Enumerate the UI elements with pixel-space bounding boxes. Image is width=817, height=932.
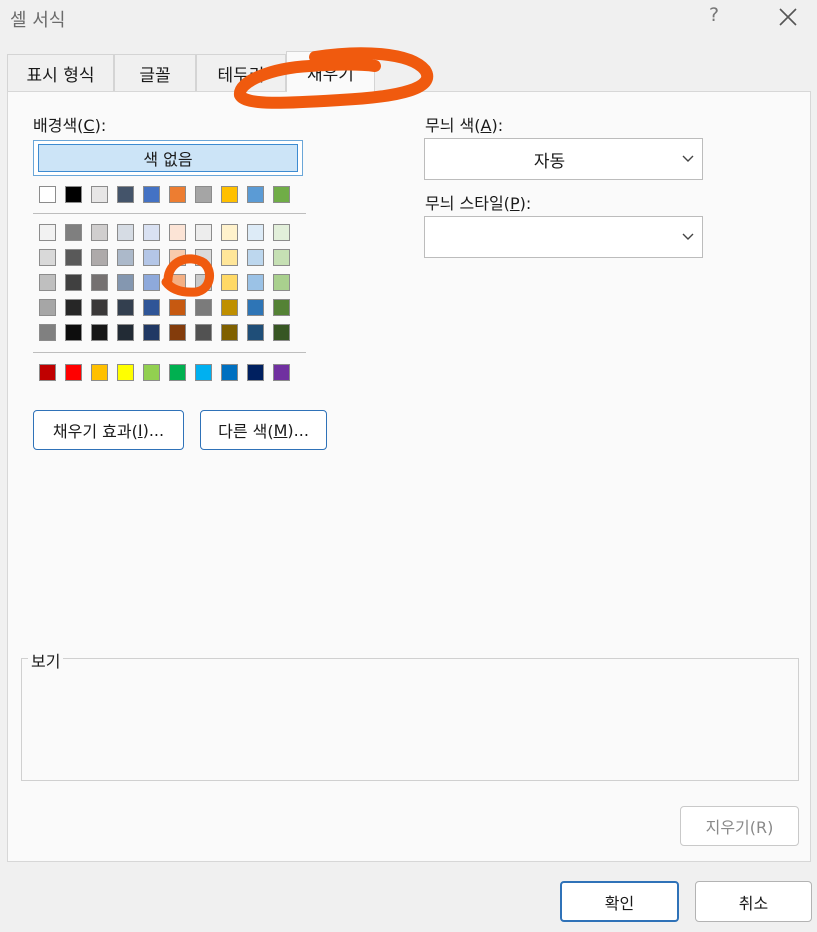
theme-color-swatch[interactable]: [247, 186, 264, 203]
pattern-color-value: 자동: [533, 151, 566, 172]
chevron-down-icon: [682, 155, 694, 162]
theme-color-swatch[interactable]: [195, 186, 212, 203]
help-icon[interactable]: ?: [709, 4, 719, 26]
standard-color-swatch[interactable]: [195, 364, 212, 381]
standard-color-swatch[interactable]: [117, 364, 134, 381]
pattern-color-dropdown[interactable]: 자동: [424, 138, 703, 180]
shade-color-swatch[interactable]: [65, 324, 82, 341]
pattern-color-label: 무늬 색(A):: [425, 116, 504, 135]
shade-color-swatch[interactable]: [169, 249, 186, 266]
shade-color-swatch[interactable]: [221, 224, 238, 241]
standard-color-swatch[interactable]: [221, 364, 238, 381]
palette-separator: [33, 352, 306, 353]
shade-color-swatch[interactable]: [195, 274, 212, 291]
shade-color-swatch[interactable]: [247, 249, 264, 266]
shade-color-swatch[interactable]: [65, 224, 82, 241]
shade-color-swatch[interactable]: [39, 299, 56, 316]
dialog-title: 셀 서식: [10, 10, 66, 31]
standard-color-swatch[interactable]: [91, 364, 108, 381]
ok-button[interactable]: 확인: [560, 881, 679, 922]
pattern-style-dropdown[interactable]: [424, 216, 703, 258]
theme-color-swatch[interactable]: [91, 186, 108, 203]
shade-color-swatch[interactable]: [273, 299, 290, 316]
sample-preview: [21, 658, 799, 781]
shade-color-swatch[interactable]: [247, 274, 264, 291]
shade-color-swatch[interactable]: [117, 224, 134, 241]
shade-color-swatch[interactable]: [143, 224, 160, 241]
shade-color-swatch[interactable]: [91, 274, 108, 291]
tab-fill[interactable]: 채우기: [286, 51, 375, 92]
shade-color-swatch[interactable]: [195, 249, 212, 266]
shade-color-swatch[interactable]: [169, 224, 186, 241]
shade-color-swatch[interactable]: [143, 274, 160, 291]
no-color-button[interactable]: 색 없음: [33, 140, 303, 176]
tab-font[interactable]: 글꼴: [114, 54, 196, 91]
shade-color-swatch[interactable]: [117, 249, 134, 266]
shade-color-swatch[interactable]: [39, 249, 56, 266]
shade-color-swatch[interactable]: [65, 274, 82, 291]
tab-border[interactable]: 테두리: [196, 54, 286, 91]
shade-color-swatch[interactable]: [117, 324, 134, 341]
shade-color-swatch[interactable]: [247, 324, 264, 341]
theme-color-swatch[interactable]: [39, 186, 56, 203]
clear-button[interactable]: 지우기(R): [680, 806, 799, 846]
shade-color-swatch[interactable]: [169, 274, 186, 291]
palette-separator: [33, 213, 306, 214]
shade-color-swatch[interactable]: [117, 274, 134, 291]
close-icon[interactable]: [773, 2, 803, 32]
sample-label: 보기: [28, 648, 64, 672]
more-colors-button[interactable]: 다른 색(M)...: [200, 410, 327, 450]
standard-color-swatch[interactable]: [143, 364, 160, 381]
theme-color-swatch[interactable]: [273, 186, 290, 203]
tab-number-format[interactable]: 표시 형식: [7, 54, 114, 91]
shade-color-swatch[interactable]: [169, 324, 186, 341]
standard-color-swatch[interactable]: [39, 364, 56, 381]
theme-color-swatch[interactable]: [65, 186, 82, 203]
shade-color-swatch[interactable]: [221, 249, 238, 266]
standard-color-swatch[interactable]: [247, 364, 264, 381]
shade-color-swatch[interactable]: [65, 299, 82, 316]
shade-color-swatch[interactable]: [195, 324, 212, 341]
cancel-button[interactable]: 취소: [695, 881, 812, 922]
shade-color-swatch[interactable]: [221, 274, 238, 291]
shade-color-swatch[interactable]: [65, 249, 82, 266]
shade-color-swatch[interactable]: [91, 324, 108, 341]
standard-color-swatch[interactable]: [273, 364, 290, 381]
fill-effects-button[interactable]: 채우기 효과(I)...: [33, 410, 184, 450]
shade-color-swatch[interactable]: [91, 249, 108, 266]
shade-color-swatch[interactable]: [39, 274, 56, 291]
shade-color-swatch[interactable]: [91, 299, 108, 316]
chevron-down-icon: [682, 233, 694, 240]
no-color-label: 색 없음: [143, 150, 193, 169]
theme-color-swatch[interactable]: [221, 186, 238, 203]
theme-color-swatch[interactable]: [143, 186, 160, 203]
title-bar: 셀 서식 ?: [0, 0, 817, 40]
background-color-label: 배경색(C):: [33, 116, 107, 135]
theme-color-swatch[interactable]: [169, 186, 186, 203]
standard-color-swatch[interactable]: [65, 364, 82, 381]
theme-color-swatch[interactable]: [117, 186, 134, 203]
shade-color-swatch[interactable]: [143, 324, 160, 341]
shade-color-swatch[interactable]: [273, 224, 290, 241]
shade-color-swatch[interactable]: [221, 324, 238, 341]
shade-color-swatch[interactable]: [117, 299, 134, 316]
shade-color-swatch[interactable]: [273, 249, 290, 266]
shade-color-swatch[interactable]: [273, 274, 290, 291]
shade-color-swatch[interactable]: [273, 324, 290, 341]
shade-color-swatch[interactable]: [221, 299, 238, 316]
pattern-style-label: 무늬 스타일(P):: [425, 194, 532, 213]
shade-color-swatch[interactable]: [91, 224, 108, 241]
shade-color-swatch[interactable]: [247, 224, 264, 241]
shade-color-swatch[interactable]: [169, 299, 186, 316]
shade-color-swatch[interactable]: [143, 299, 160, 316]
shade-color-swatch[interactable]: [195, 224, 212, 241]
shade-color-swatch[interactable]: [195, 299, 212, 316]
shade-color-swatch[interactable]: [39, 324, 56, 341]
shade-color-swatch[interactable]: [39, 224, 56, 241]
standard-color-swatch[interactable]: [169, 364, 186, 381]
shade-color-swatch[interactable]: [143, 249, 160, 266]
pattern-style-value: [425, 217, 674, 257]
shade-color-swatch[interactable]: [247, 299, 264, 316]
